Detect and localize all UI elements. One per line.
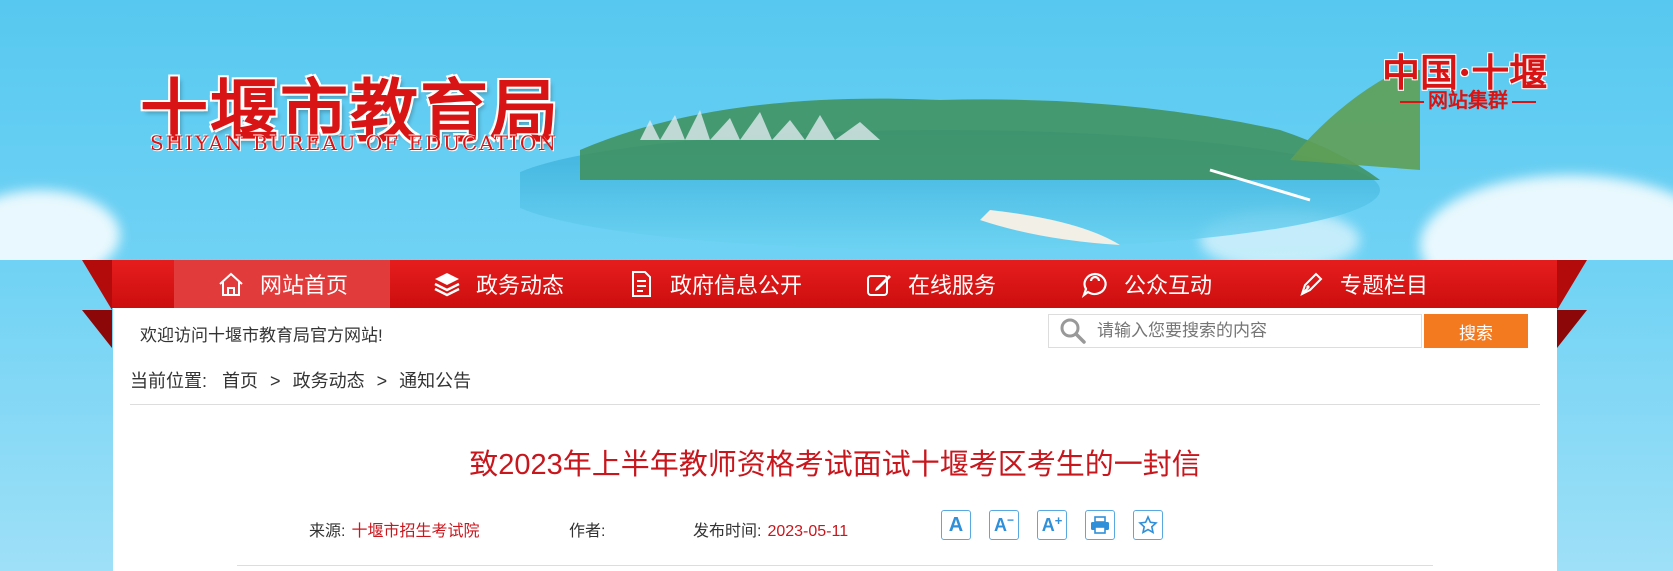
divider-line: [1512, 100, 1536, 103]
cloud-decoration: [1420, 175, 1673, 260]
article-title: 致2023年上半年教师资格考试面试十堰考区考生的一封信: [469, 449, 1201, 481]
source-label: 来源:: [309, 523, 346, 540]
font-large-icon[interactable]: A: [941, 510, 971, 540]
ribbon-fold-right-shadow: [1557, 310, 1587, 348]
favorite-icon[interactable]: [1133, 510, 1163, 540]
nav-item-interaction[interactable]: 公众互动: [1038, 260, 1254, 308]
website-cluster-subtitle[interactable]: 网站集群: [1385, 84, 1551, 113]
chat-icon: [1081, 272, 1107, 298]
breadcrumb-notices[interactable]: 通知公告: [399, 371, 471, 391]
article-source: 来源: 十堰市招生考试院: [309, 517, 479, 541]
nav-item-home[interactable]: 网站首页: [174, 260, 390, 308]
ribbon-fold-left-shadow: [82, 310, 112, 348]
nav-item-news[interactable]: 政务动态: [390, 260, 606, 308]
site-banner: 十堰市教育局 SHIYAN BUREAU OF EDUCATION 中国·十堰 …: [0, 0, 1673, 260]
nav-item-info-disclosure[interactable]: 政府信息公开: [606, 260, 822, 308]
site-name-en: SHIYAN BUREAU OF EDUCATION: [150, 131, 558, 155]
pen-icon: [1300, 272, 1323, 296]
divider-line: [1400, 100, 1424, 103]
search-icon: [1060, 318, 1086, 344]
date-label: 发布时间:: [693, 523, 762, 540]
cloud-decoration: [0, 190, 120, 260]
nav-item-online-service[interactable]: 在线服务: [822, 260, 1038, 308]
document-icon: [631, 271, 651, 297]
welcome-text: 欢迎访问十堰市教育局官方网站!: [140, 326, 383, 345]
breadcrumb-label: 当前位置:: [130, 371, 208, 391]
nav-item-label: 政务动态: [475, 273, 564, 298]
home-icon: [219, 272, 243, 296]
nav-bar: 网站首页 政务动态 政府信息公开 在线服务 公众互动 专题栏目: [112, 260, 1557, 308]
breadcrumb-home[interactable]: 首页: [222, 371, 258, 391]
article-date: 发布时间: 2023-05-11: [693, 517, 848, 541]
nav-item-label: 专题栏目: [1339, 273, 1428, 298]
nav-item-label: 网站首页: [259, 273, 348, 298]
search-box[interactable]: [1048, 314, 1422, 348]
star-glyph: [1138, 515, 1158, 534]
divider: [237, 565, 1433, 566]
breadcrumb-separator: >: [376, 371, 388, 391]
font-decrease-icon[interactable]: A −: [989, 510, 1019, 540]
ribbon-fold-left: [82, 260, 112, 310]
search-input[interactable]: [1095, 320, 1399, 342]
breadcrumb: 当前位置: 首页 > 政务动态 > 通知公告: [130, 367, 471, 393]
cluster-subtitle-text: 网站集群: [1428, 88, 1508, 112]
content-panel: 欢迎访问十堰市教育局官方网站! 搜索 当前位置: 首页 > 政务动态 > 通知公…: [113, 308, 1557, 571]
date-value: 2023-05-11: [767, 523, 849, 540]
nav-item-label: 政府信息公开: [669, 273, 802, 298]
print-icon[interactable]: [1085, 510, 1115, 540]
search-button[interactable]: 搜索: [1424, 314, 1528, 348]
city-scenery-image: [520, 70, 1420, 250]
source-value: 十堰市招生考试院: [351, 523, 480, 540]
breadcrumb-news[interactable]: 政务动态: [293, 371, 365, 391]
article-author: 作者:: [569, 517, 611, 541]
layers-icon: [434, 273, 460, 297]
nav-item-label: 在线服务: [907, 273, 996, 298]
divider: [130, 404, 1540, 405]
author-label: 作者:: [569, 523, 606, 540]
edit-icon: [866, 275, 891, 296]
nav-item-special-topics[interactable]: 专题栏目: [1254, 260, 1470, 308]
nav-item-label: 公众互动: [1123, 273, 1212, 298]
printer-glyph: [1091, 516, 1109, 534]
font-increase-icon[interactable]: A +: [1037, 510, 1067, 540]
ribbon-fold-right: [1557, 260, 1587, 310]
breadcrumb-separator: >: [270, 371, 281, 391]
